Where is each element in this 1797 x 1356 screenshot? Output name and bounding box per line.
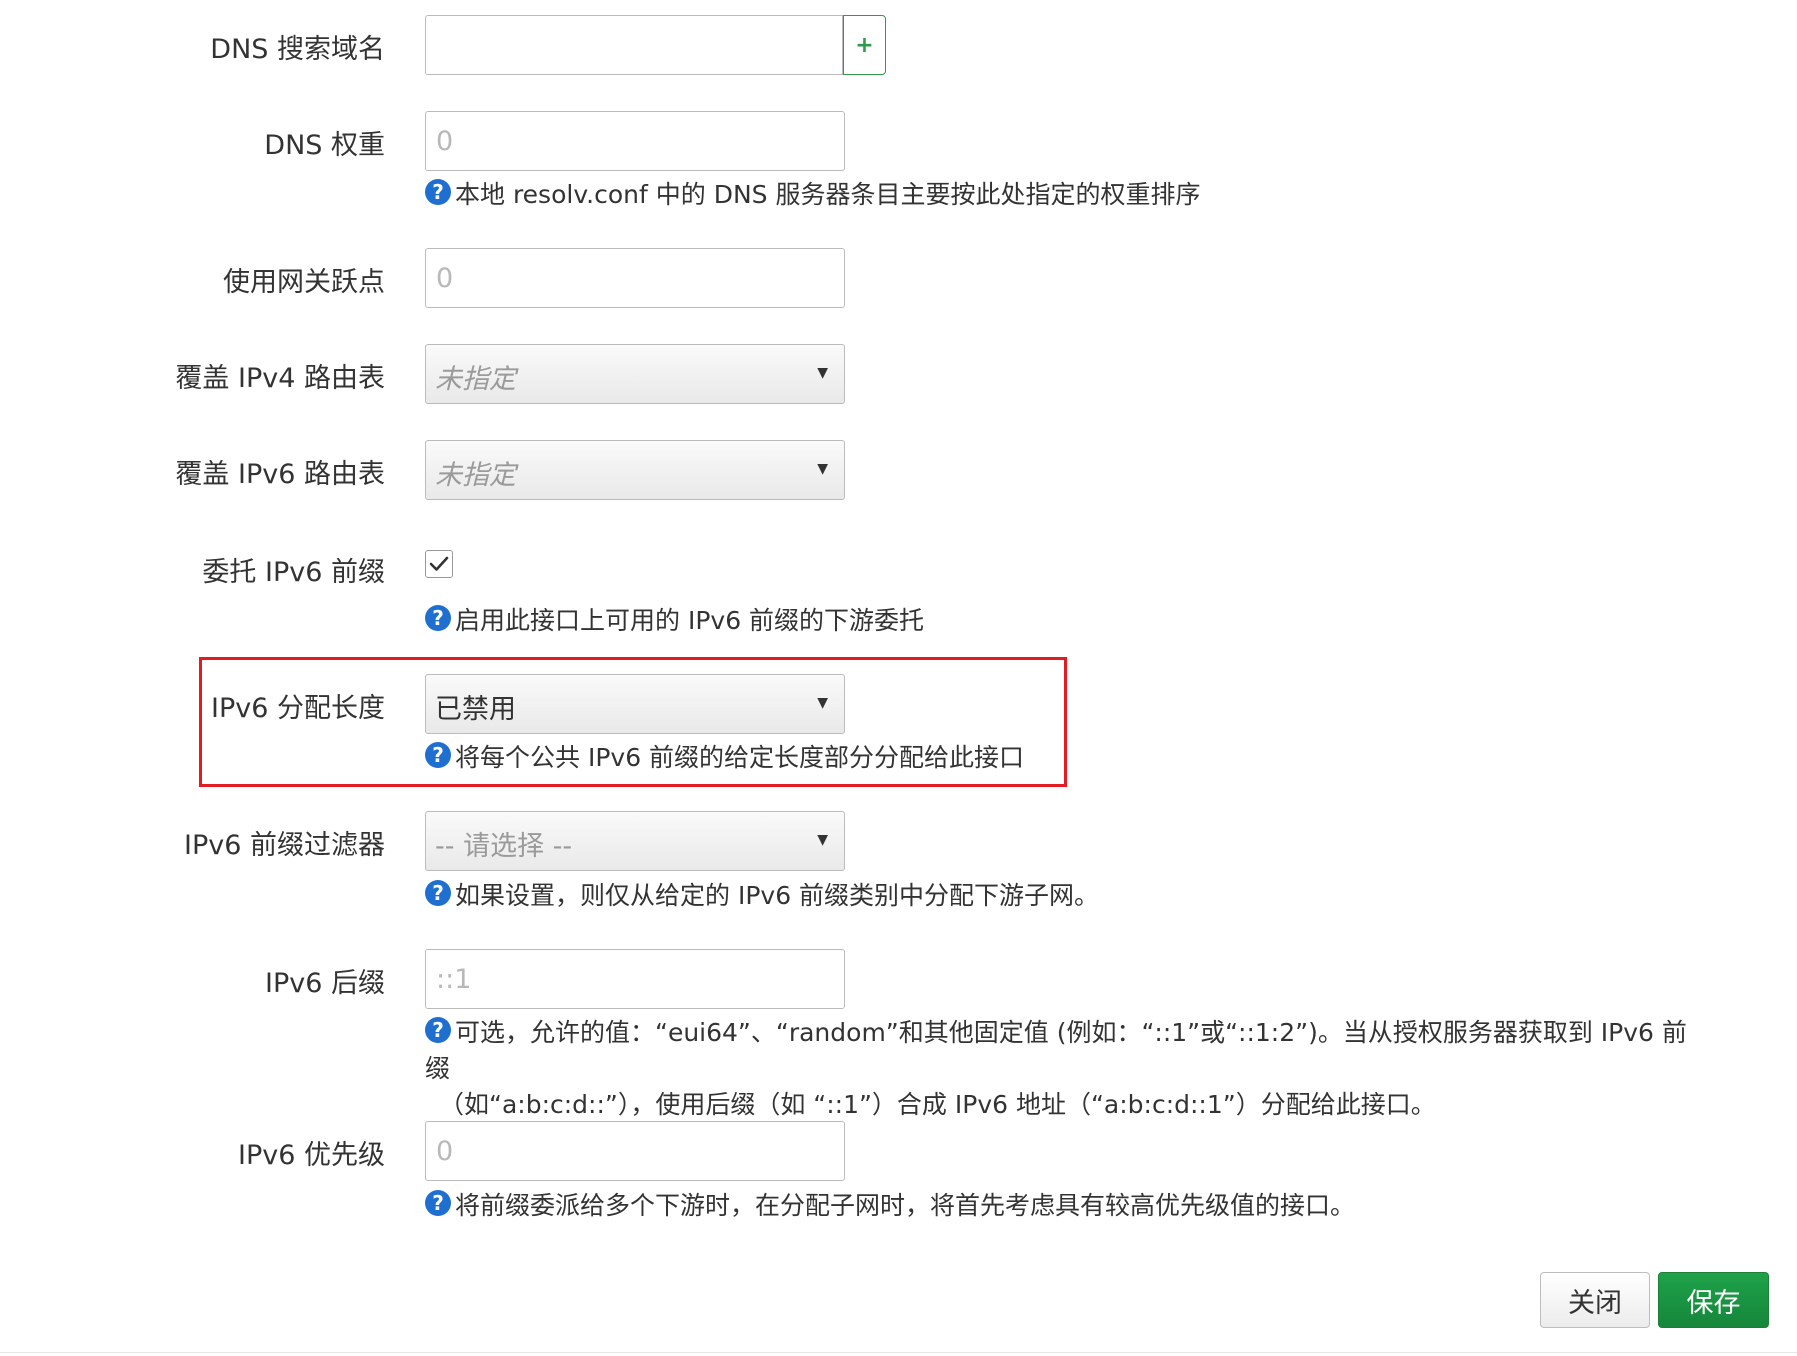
question-circle-icon: ? [425, 1017, 451, 1043]
ipv6-table-label: 覆盖 IPv6 路由表 [175, 459, 385, 490]
delegate-checkbox[interactable] [425, 550, 453, 578]
dns-weight-input[interactable] [425, 111, 845, 171]
ip6ifaceid-label: IPv6 后缀 [265, 968, 385, 999]
ip6ifaceid-help-line1: 可选，允许的值：“eui64”、“random”和其他固定值 (例如：“::1”… [425, 1018, 1687, 1083]
ip6ifaceid-help-line2: （如“a:b:c:d::”），使用后缀（如 “::1”）合成 IPv6 地址（“… [439, 1090, 1436, 1119]
ipv4-table-selected: 未指定 [435, 364, 516, 395]
checkmark-icon [429, 556, 449, 571]
gateway-metric-label: 使用网关跃点 [223, 267, 385, 298]
delegate-label: 委托 IPv6 前缀 [202, 557, 385, 588]
ip6weight-help-text: 将前缀委派给多个下游时，在分配子网时，将首先考虑具有较高优先级值的接口。 [455, 1191, 1356, 1220]
delegate-help: ? 启用此接口上可用的 IPv6 前缀的下游委托 [425, 603, 924, 639]
close-button[interactable]: 关闭 [1540, 1272, 1650, 1328]
ip6ifaceid-help: ? 可选，允许的值：“eui64”、“random”和其他固定值 (例如：“::1… [425, 1015, 1695, 1123]
gateway-metric-input[interactable] [425, 248, 845, 308]
ip6assign-label: IPv6 分配长度 [211, 693, 385, 724]
question-circle-icon: ? [425, 179, 451, 205]
dns-weight-help-text: 本地 resolv.conf 中的 DNS 服务器条目主要按此处指定的权重排序 [455, 180, 1201, 209]
ipv4-table-label: 覆盖 IPv4 路由表 [175, 363, 385, 394]
ip6assign-selected: 已禁用 [435, 694, 516, 725]
dns-weight-label: DNS 权重 [264, 130, 385, 161]
ip6assign-select[interactable]: 已禁用 ▼ [425, 674, 845, 734]
question-circle-icon: ? [425, 742, 451, 768]
add-dns-search-button[interactable]: + [843, 15, 886, 75]
ip6assign-help: ? 将每个公共 IPv6 前缀的给定长度部分分配给此接口 [425, 740, 1024, 776]
caret-down-icon: ▼ [817, 461, 828, 477]
ip6class-selected: -- 请选择 -- [435, 831, 573, 862]
ip6weight-label: IPv6 优先级 [238, 1140, 385, 1171]
dns-search-control: + [425, 15, 886, 75]
caret-down-icon: ▼ [817, 365, 828, 381]
ip6assign-help-text: 将每个公共 IPv6 前缀的给定长度部分分配给此接口 [455, 743, 1025, 772]
ip6class-help: ? 如果设置，则仅从给定的 IPv6 前缀类别中分配下游子网。 [425, 878, 1099, 914]
ip6class-select[interactable]: -- 请选择 -- ▼ [425, 811, 845, 871]
dns-weight-help: ? 本地 resolv.conf 中的 DNS 服务器条目主要按此处指定的权重排序 [425, 177, 1200, 213]
question-circle-icon: ? [425, 1190, 451, 1216]
ip6class-label: IPv6 前缀过滤器 [184, 830, 385, 861]
ip6class-help-text: 如果设置，则仅从给定的 IPv6 前缀类别中分配下游子网。 [455, 881, 1100, 910]
save-button[interactable]: 保存 [1658, 1272, 1769, 1328]
ipv6-table-selected: 未指定 [435, 460, 516, 491]
ip6weight-help: ? 将前缀委派给多个下游时，在分配子网时，将首先考虑具有较高优先级值的接口。 [425, 1188, 1355, 1224]
ipv4-table-select[interactable]: 未指定 ▼ [425, 344, 845, 404]
question-circle-icon: ? [425, 880, 451, 906]
ipv6-table-select[interactable]: 未指定 ▼ [425, 440, 845, 500]
ip6weight-input[interactable] [425, 1121, 845, 1181]
ip6ifaceid-input[interactable] [425, 949, 845, 1009]
caret-down-icon: ▼ [817, 695, 828, 711]
question-circle-icon: ? [425, 605, 451, 631]
caret-down-icon: ▼ [817, 832, 828, 848]
delegate-help-text: 启用此接口上可用的 IPv6 前缀的下游委托 [455, 606, 925, 635]
dns-search-label: DNS 搜索域名 [210, 34, 385, 65]
bottom-divider [0, 1352, 1797, 1353]
dns-search-input[interactable] [425, 15, 843, 75]
